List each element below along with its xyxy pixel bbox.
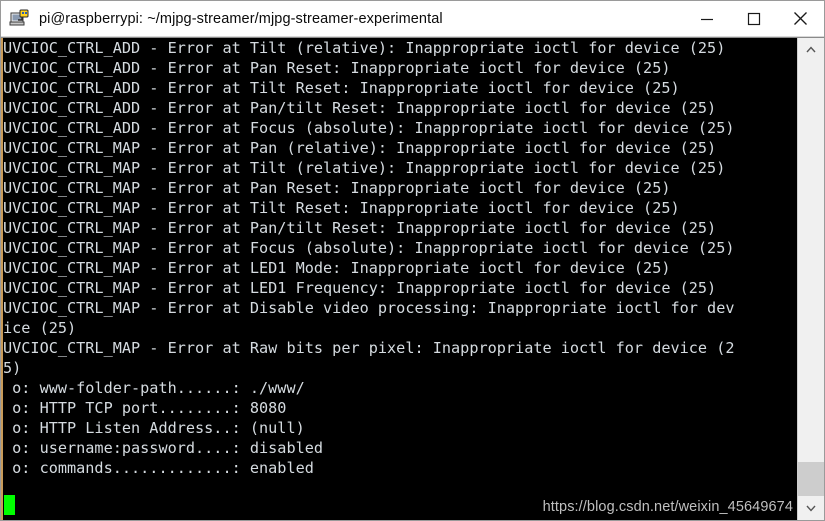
terminal-text: UVCIOC_CTRL_ADD - Error at Tilt (relativ… [3,38,797,518]
title-bar[interactable]: pi@raspberrypi: ~/mjpg-streamer/mjpg-str… [1,1,824,37]
terminal-line: UVCIOC_CTRL_MAP - Error at Pan (relative… [3,139,717,157]
terminal-line: o: commands.............: enabled [3,459,314,477]
terminal-window: pi@raspberrypi: ~/mjpg-streamer/mjpg-str… [0,0,825,521]
minimize-button[interactable] [683,1,730,36]
terminal-output-area[interactable]: UVCIOC_CTRL_ADD - Error at Tilt (relativ… [1,38,797,520]
watermark-url: https://blog.csdn.net/weixin_45649674 [542,499,793,515]
terminal-line: UVCIOC_CTRL_MAP - Error at LED1 Mode: In… [3,259,671,277]
terminal-line: o: HTTP TCP port........: 8080 [3,399,287,417]
terminal-line: UVCIOC_CTRL_MAP - Error at Pan/tilt Rese… [3,219,717,237]
terminal-line: UVCIOC_CTRL_MAP - Error at Focus (absolu… [3,239,735,257]
terminal-line: UVCIOC_CTRL_ADD - Error at Pan/tilt Rese… [3,99,717,117]
terminal-line: UVCIOC_CTRL_ADD - Error at Focus (absolu… [3,119,735,137]
terminal-line: UVCIOC_CTRL_MAP - Error at Tilt Reset: I… [3,199,680,217]
scroll-down-icon[interactable] [798,496,824,520]
terminal-line: UVCIOC_CTRL_MAP - Error at Pan Reset: In… [3,179,671,197]
terminal-line: UVCIOC_CTRL_MAP - Error at Raw bits per … [3,339,735,357]
terminal-line: UVCIOC_CTRL_ADD - Error at Tilt Reset: I… [3,79,680,97]
window-title: pi@raspberrypi: ~/mjpg-streamer/mjpg-str… [39,10,443,27]
scrollbar-thumb[interactable] [798,462,824,496]
maximize-button[interactable] [730,1,777,36]
terminal-line: ice (25) [3,319,77,337]
scrollbar-track[interactable] [798,62,824,496]
putty-terminal-icon [9,8,31,30]
terminal-line: UVCIOC_CTRL_MAP - Error at Disable video… [3,299,735,317]
vertical-scrollbar[interactable] [797,38,824,520]
terminal-line: 5) [3,359,22,377]
terminal-line: o: username:password....: disabled [3,439,324,457]
terminal-line: o: HTTP Listen Address..: (null) [3,419,305,437]
terminal-line: UVCIOC_CTRL_ADD - Error at Tilt (relativ… [3,39,726,57]
window-controls [683,1,824,36]
terminal-line: o: www-folder-path......: ./www/ [3,379,305,397]
terminal-body: UVCIOC_CTRL_ADD - Error at Tilt (relativ… [1,37,824,520]
terminal-line: UVCIOC_CTRL_MAP - Error at Tilt (relativ… [3,159,726,177]
terminal-line: UVCIOC_CTRL_ADD - Error at Pan Reset: In… [3,59,671,77]
scroll-up-icon[interactable] [798,38,824,62]
terminal-line: UVCIOC_CTRL_MAP - Error at LED1 Frequenc… [3,279,717,297]
terminal-cursor [4,495,15,515]
close-button[interactable] [777,1,824,36]
